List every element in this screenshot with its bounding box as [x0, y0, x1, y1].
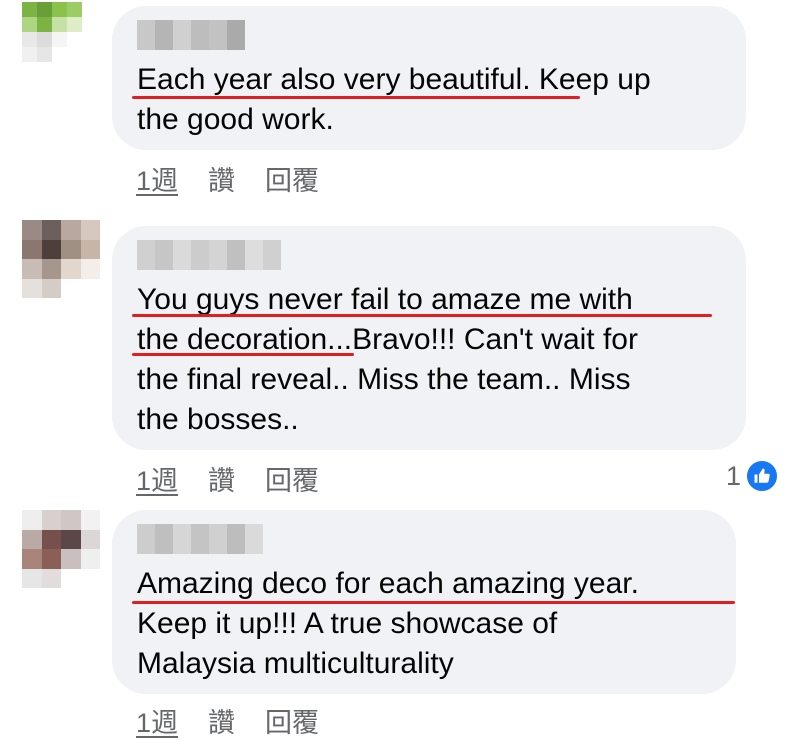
red-highlight-underline: [132, 314, 712, 317]
reaction-count: 1: [726, 460, 742, 491]
comment-actions: 1週 讚 回覆: [136, 701, 319, 740]
reply-button[interactable]: 回覆: [265, 159, 319, 198]
avatar[interactable]: [22, 220, 100, 298]
blurred-commenter-name[interactable]: [137, 524, 263, 554]
reply-button[interactable]: 回覆: [265, 459, 319, 498]
timestamp-link[interactable]: 1週: [136, 159, 178, 198]
comment-bubble: Amazing deco for each amazing year. Keep…: [112, 510, 736, 694]
red-highlight-underline: [132, 96, 580, 99]
red-highlight-underline: [132, 601, 735, 604]
blurred-commenter-name[interactable]: [137, 240, 281, 270]
comment-text: You guys never fail to amaze me with the…: [137, 283, 638, 436]
comment-actions: 1週 讚 回覆: [136, 459, 319, 498]
avatar[interactable]: [22, 510, 100, 588]
red-highlight-underline: [132, 353, 354, 356]
timestamp-link[interactable]: 1週: [136, 459, 178, 498]
blurred-commenter-name[interactable]: [137, 20, 245, 50]
comment-text: Each year also very beautiful. Keep up t…: [137, 63, 651, 136]
comment-bubble: You guys never fail to amaze me with the…: [112, 226, 746, 450]
comment-actions: 1週 讚 回覆: [136, 159, 319, 198]
like-button[interactable]: 讚: [208, 701, 235, 740]
comment-text: Amazing deco for each amazing year. Keep…: [137, 567, 639, 680]
reaction-summary[interactable]: 1: [726, 459, 780, 493]
avatar[interactable]: [22, 2, 82, 62]
reply-button[interactable]: 回覆: [265, 701, 319, 740]
thumbs-up-icon: [745, 459, 780, 493]
like-button[interactable]: 讚: [208, 459, 235, 498]
timestamp-link[interactable]: 1週: [136, 701, 178, 740]
like-button[interactable]: 讚: [208, 159, 235, 198]
comment-bubble: Each year also very beautiful. Keep up t…: [112, 6, 746, 150]
